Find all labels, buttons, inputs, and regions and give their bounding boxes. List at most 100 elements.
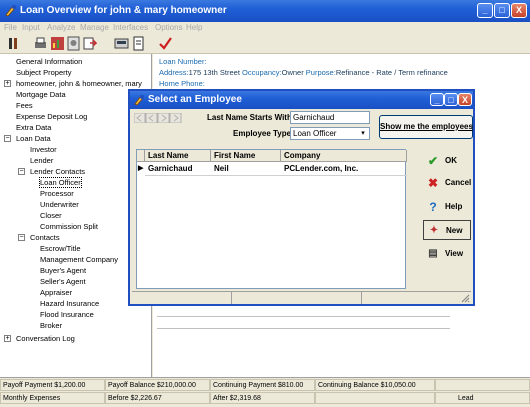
menu-manage[interactable]: Manage: [80, 23, 109, 32]
last-name-label: Last Name Starts With: [207, 113, 292, 122]
dialog-status-bar: [132, 291, 471, 304]
cancel-button[interactable]: ✖ Cancel: [423, 173, 471, 193]
print-icon[interactable]: [33, 36, 48, 51]
lead-status: Lead: [435, 392, 530, 404]
tree-item-sellers-agent[interactable]: Seller's Agent: [40, 277, 86, 286]
employee-type-value: Loan Officer: [293, 129, 337, 138]
export-icon[interactable]: [82, 36, 97, 51]
toolbar: [0, 34, 530, 54]
tree-item-flood-insurance[interactable]: Flood Insurance: [40, 310, 94, 319]
divider: [157, 316, 450, 317]
tree-item-conversation-log[interactable]: Conversation Log: [16, 334, 75, 343]
view-button[interactable]: ▤ View: [423, 244, 471, 264]
menu-options[interactable]: Options: [155, 23, 183, 32]
column-header-company[interactable]: Company: [281, 150, 407, 162]
menu-analyze[interactable]: Analyze: [47, 23, 75, 32]
collapse-icon[interactable]: −: [18, 234, 25, 241]
resize-grip-icon[interactable]: [461, 294, 470, 303]
tree-item-buyers-agent[interactable]: Buyer's Agent: [40, 266, 86, 275]
tree-item-loan-data[interactable]: Loan Data: [16, 134, 51, 143]
purpose-value: Refinance - Rate / Term refinance: [335, 68, 448, 77]
tree-item-contacts[interactable]: Contacts: [30, 233, 60, 242]
dialog-close-button[interactable]: X: [458, 93, 472, 106]
tree-item-mortgage-data[interactable]: Mortgage Data: [16, 90, 66, 99]
calculator-icon[interactable]: [114, 36, 129, 51]
monthly-expenses: Monthly Expenses: [0, 392, 105, 404]
checkmark-icon: ✔: [427, 154, 439, 168]
tree-item-hazard-insurance[interactable]: Hazard Insurance: [40, 299, 99, 308]
tree-item-subject-property[interactable]: Subject Property: [16, 68, 71, 77]
tree-item-commission-split[interactable]: Commission Split: [40, 222, 98, 231]
document-icon[interactable]: [131, 36, 146, 51]
column-header-last-name[interactable]: Last Name: [145, 150, 211, 162]
help-button[interactable]: ? Help: [423, 197, 471, 217]
tree-item-lender-contacts[interactable]: Lender Contacts: [30, 167, 85, 176]
employee-type-select[interactable]: Loan Officer ▾: [290, 127, 370, 140]
minimize-button[interactable]: _: [477, 3, 493, 18]
tree-item-expense-deposit-log[interactable]: Expense Deposit Log: [16, 112, 87, 121]
open-folder-icon[interactable]: [6, 36, 21, 51]
menu-file[interactable]: File: [4, 23, 17, 32]
cell-first-name[interactable]: Neil: [211, 163, 281, 175]
dialog-title: Select an Employee: [148, 94, 242, 105]
status-panel: [132, 292, 232, 304]
tree-item-closer[interactable]: Closer: [40, 211, 62, 220]
tree-item-loan-officer[interactable]: Loan Officer: [39, 177, 82, 188]
app-icon: [5, 5, 16, 17]
app-icon: [134, 95, 144, 106]
tree-item-broker[interactable]: Broker: [40, 321, 62, 330]
occupancy-value: Owner: [281, 68, 304, 77]
column-header-first-name[interactable]: First Name: [211, 150, 281, 162]
cell-last-name[interactable]: Garnichaud: [145, 163, 211, 175]
report-icon[interactable]: [66, 36, 81, 51]
home-phone-label: Home Phone:: [159, 79, 205, 88]
payoff-balance: Payoff Balance $210,000.00: [105, 379, 210, 391]
collapse-icon[interactable]: −: [4, 135, 11, 142]
last-name-input[interactable]: Garnichaud: [290, 111, 370, 124]
collapse-icon[interactable]: −: [18, 168, 25, 175]
tree-item-escrow-title[interactable]: Escrow/Title: [40, 244, 81, 253]
purpose-label: Purpose:: [305, 68, 336, 77]
tree-item-processor[interactable]: Processor: [40, 189, 74, 198]
expand-icon[interactable]: +: [4, 335, 11, 342]
cell-company[interactable]: PCLender.com, Inc.: [281, 163, 407, 175]
ok-button[interactable]: ✔ OK: [423, 151, 471, 171]
menu-interfaces[interactable]: Interfaces: [113, 23, 148, 32]
occupancy-label: Occupancy:: [242, 68, 282, 77]
checkmark-icon[interactable]: [158, 36, 173, 51]
new-button[interactable]: ✦ New: [423, 220, 471, 240]
status-empty: [315, 392, 435, 404]
tree-item-borrowers[interactable]: homeowner, john & homeowner, mary: [16, 79, 142, 88]
tree-item-lender[interactable]: Lender: [30, 156, 53, 165]
continuing-balance: Continuing Balance $10,050.00: [315, 379, 435, 391]
expand-icon[interactable]: +: [4, 80, 11, 87]
tree-item-management-company[interactable]: Management Company: [40, 255, 118, 264]
status-bar: Payoff Payment $1,200.00 Payoff Balance …: [0, 377, 530, 407]
menu-help[interactable]: Help: [186, 23, 202, 32]
dialog-maximize-button[interactable]: □: [444, 93, 458, 106]
select-employee-dialog: Select an Employee _ □ X Last Name Start…: [128, 89, 475, 306]
tree-item-fees[interactable]: Fees: [16, 101, 33, 110]
tree-item-investor[interactable]: Investor: [30, 145, 57, 154]
menu-input[interactable]: Input: [22, 23, 40, 32]
tree-item-underwriter[interactable]: Underwriter: [40, 200, 79, 209]
status-panel: [232, 292, 362, 304]
grid-corner: [137, 150, 145, 162]
dialog-minimize-button[interactable]: _: [430, 93, 444, 106]
record-navigation-icon[interactable]: [134, 113, 184, 123]
show-employees-button[interactable]: Show me the employees: [379, 115, 473, 139]
close-button[interactable]: X: [511, 3, 527, 18]
main-window: Loan Overview for john & mary homeowner …: [0, 0, 530, 407]
continuing-payment: Continuing Payment $810.00: [210, 379, 315, 391]
question-mark-icon: ?: [429, 200, 437, 214]
chevron-down-icon[interactable]: ▾: [358, 129, 368, 138]
address-label: Address:: [159, 68, 189, 77]
tree-item-appraiser[interactable]: Appraiser: [40, 288, 72, 297]
chart-icon[interactable]: [50, 36, 65, 51]
tree-item-general-information[interactable]: General Information: [16, 57, 82, 66]
expenses-after: After $2,319.68: [210, 392, 315, 404]
row-indicator-icon: ▶: [138, 165, 144, 172]
tree-item-extra-data[interactable]: Extra Data: [16, 123, 51, 132]
maximize-button[interactable]: □: [494, 3, 510, 18]
expenses-before: Before $2,226.67: [105, 392, 210, 404]
